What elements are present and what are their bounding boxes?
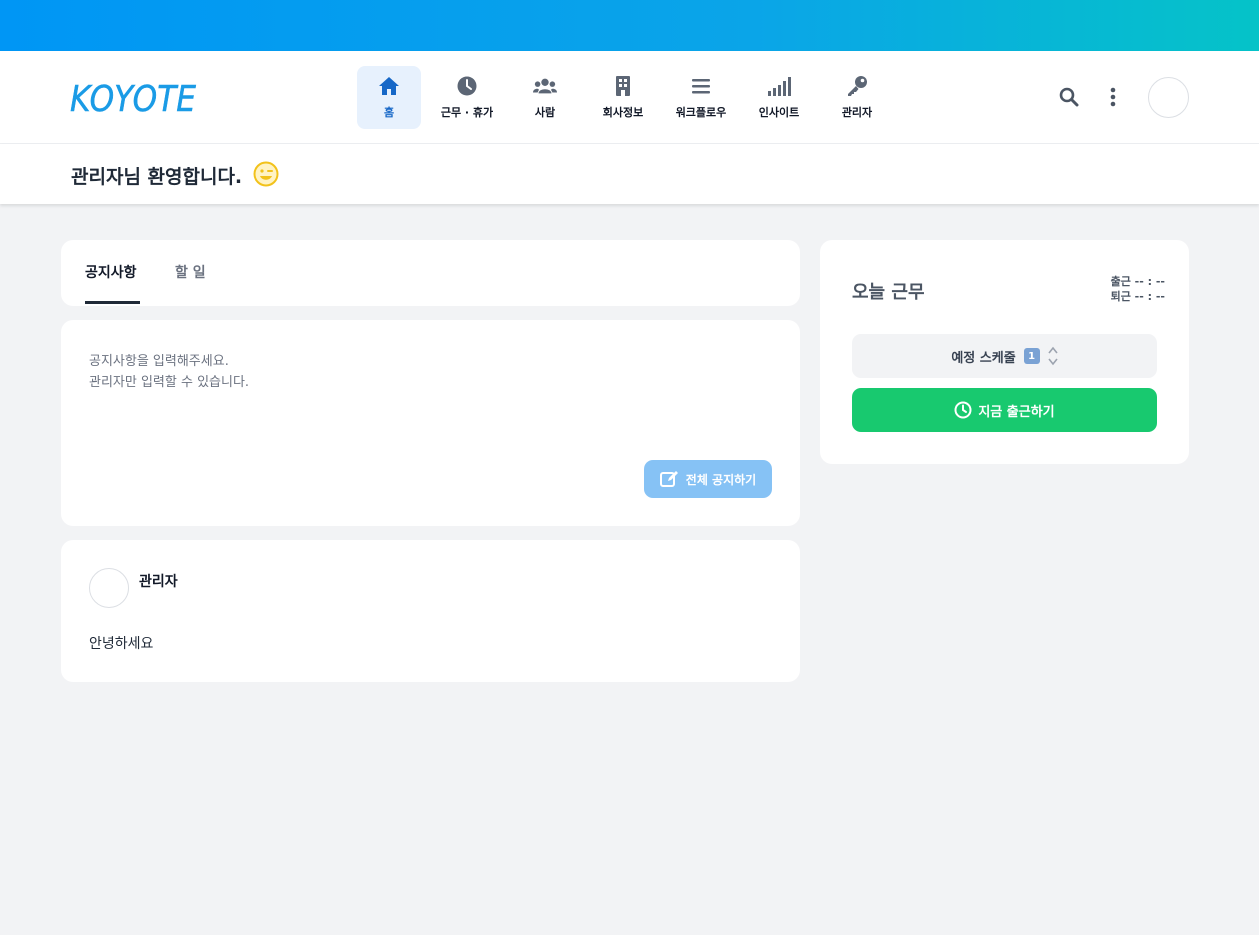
svg-text:KOYOTE: KOYOTE: [70, 79, 196, 120]
search-icon[interactable]: [1056, 77, 1082, 117]
today-work-card: 오늘 근무 출근 -- : -- 퇴근 -- : -- 예정 스케줄 1 지금 …: [820, 240, 1189, 464]
nav-item-company[interactable]: 회사정보: [591, 66, 655, 129]
post-notice-button[interactable]: 전체 공지하기: [644, 460, 772, 498]
nav-label: 인사이트: [758, 106, 800, 119]
nav-label: 관리자: [841, 106, 873, 119]
post-author-avatar: [89, 568, 129, 608]
sort-chevrons-icon: [1048, 346, 1058, 366]
clock-out-time: 퇴근 -- : --: [1110, 290, 1165, 303]
nav-item-workflow[interactable]: 워크플로우: [669, 66, 733, 129]
notice-editor-card: 공지사항을 입력해주세요. 관리자만 입력할 수 있습니다. 전체 공지하기: [61, 320, 800, 526]
top-gradient-bar: [0, 0, 1259, 51]
active-tab-indicator: [85, 301, 140, 304]
header-actions: [1056, 77, 1126, 117]
scheduled-shift-selector[interactable]: 예정 스케줄 1: [852, 334, 1157, 378]
check-in-button[interactable]: 지금 출근하기: [852, 388, 1157, 432]
post-notice-label: 전체 공지하기: [685, 472, 757, 487]
tab-notice[interactable]: 공지사항: [85, 262, 137, 282]
notice-placeholder-line1: 공지사항을 입력해주세요.: [89, 354, 229, 369]
building-icon: [611, 74, 635, 98]
main-nav: 홈 근무 · 휴가 사람 회사정보 워크플로우 인사이트 관리자: [357, 66, 903, 129]
post-body: 안녕하세요: [89, 636, 154, 652]
users-icon: [533, 74, 557, 98]
nav-label: 근무 · 휴가: [440, 106, 494, 119]
nav-label: 홈: [383, 106, 395, 119]
schedule-label: 예정 스케줄: [951, 350, 1016, 366]
nav-label: 워크플로우: [675, 106, 727, 119]
work-times: 출근 -- : -- 퇴근 -- : --: [1111, 274, 1165, 304]
schedule-count-badge: 1: [1023, 348, 1040, 364]
post-author: 관리자: [139, 574, 178, 590]
user-avatar[interactable]: [1148, 77, 1189, 118]
tab-todo[interactable]: 할 일: [175, 262, 206, 282]
nav-item-insight[interactable]: 인사이트: [747, 66, 811, 129]
list-icon: [689, 74, 713, 98]
nav-item-admin[interactable]: 관리자: [825, 66, 889, 129]
tabs-card: 공지사항 할 일: [61, 240, 800, 306]
welcome-text: 관리자님 환영합니다.: [71, 166, 243, 188]
nav-item-home[interactable]: 홈: [357, 66, 421, 129]
clock-icon: [455, 74, 479, 98]
signal-icon: [767, 74, 791, 98]
welcome-banner: 관리자님 환영합니다.: [0, 144, 1259, 204]
notice-post-card: 관리자 안녕하세요: [61, 540, 800, 682]
check-in-label: 지금 출근하기: [978, 404, 1055, 420]
main-navbar: KOYOTE 홈 근무 · 휴가 사람 회사정보 워크플로우 인사이트 관리자: [0, 51, 1259, 144]
nav-item-people[interactable]: 사람: [513, 66, 577, 129]
koyote-logo[interactable]: KOYOTE: [68, 71, 200, 121]
notice-placeholder-line2: 관리자만 입력할 수 있습니다.: [89, 375, 250, 390]
home-icon: [377, 74, 401, 98]
edit-icon: [659, 471, 678, 487]
clock-icon: [954, 401, 972, 419]
more-vertical-icon[interactable]: [1100, 77, 1126, 117]
clock-in-time: 출근 -- : --: [1110, 275, 1165, 288]
nav-label: 사람: [534, 106, 556, 119]
key-icon: [845, 74, 869, 98]
work-title: 오늘 근무: [852, 282, 925, 303]
nav-label: 회사정보: [602, 106, 644, 119]
wink-emoji-icon: [253, 161, 279, 187]
nav-item-work-leave[interactable]: 근무 · 휴가: [435, 66, 499, 129]
